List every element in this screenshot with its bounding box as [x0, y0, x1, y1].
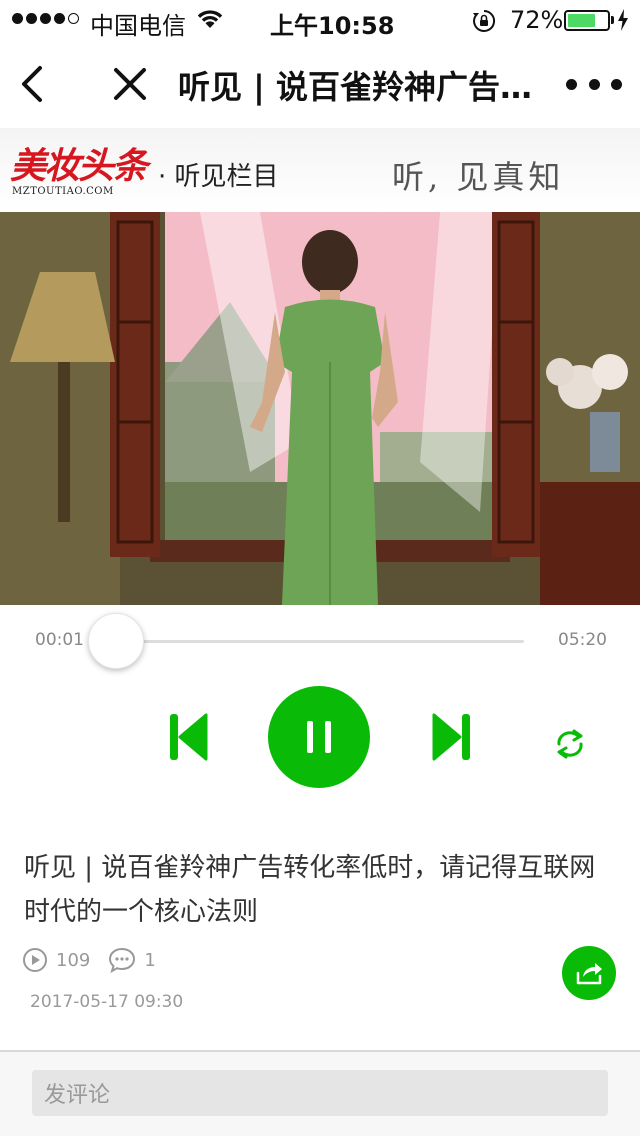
rotation-lock-icon: [472, 9, 496, 39]
cover-image: [0, 212, 640, 605]
play-count: 109: [22, 947, 90, 973]
carrier-name: 中国电信: [90, 12, 186, 40]
column-name: · 听见栏目: [158, 162, 279, 192]
loop-icon: [557, 729, 583, 759]
brand-logo: 美妆头条 MZTOUTIAO.COM: [10, 146, 170, 202]
wifi-icon: [196, 8, 224, 36]
comment-input[interactable]: 发评论: [32, 1070, 608, 1116]
pause-button[interactable]: [268, 686, 370, 788]
charging-icon: [617, 9, 629, 37]
total-time: 05:20: [558, 630, 607, 650]
progress-area: 00:01 05:20: [0, 605, 640, 675]
current-time: 00:01: [35, 630, 84, 650]
back-icon[interactable]: [12, 60, 56, 108]
battery-icon: [564, 10, 610, 31]
article-stats: 109 1: [22, 944, 174, 976]
next-icon: [432, 713, 470, 761]
player-controls: [0, 680, 640, 800]
battery-percent: 72%: [510, 6, 564, 34]
signal-icon: [12, 13, 79, 24]
close-icon[interactable]: [108, 60, 152, 108]
column-banner: 美妆头条 MZTOUTIAO.COM · 听见栏目 听, 见真知: [0, 128, 640, 212]
prev-icon: [170, 713, 208, 761]
clock: 上午10:58: [270, 12, 395, 40]
article-title: 听见 | 说百雀羚神广告转化率低时，请记得互联网时代的一个核心法则: [24, 853, 596, 927]
comment-count-value: 1: [144, 949, 156, 971]
battery-tip: [611, 16, 614, 24]
next-button[interactable]: [430, 712, 474, 762]
comment-icon: [109, 947, 136, 973]
comment-count[interactable]: 1: [108, 947, 156, 973]
banner-slogan: 听, 见真知: [392, 158, 565, 196]
progress-track[interactable]: [116, 640, 524, 643]
share-icon: [576, 963, 602, 985]
nav-bar: 听见 | 说百雀羚神广告转化率低时，请记得互联网时代的一个核心法则: [0, 40, 640, 128]
page-title: 听见 | 说百雀羚神广告转化率低时，请记得互联网时代的一个核心法则: [178, 68, 558, 106]
status-bar: 中国电信 上午10:58 72%: [0, 0, 640, 40]
more-icon[interactable]: [566, 70, 622, 98]
brand-logo-text: 美妆头条: [10, 145, 148, 187]
comment-bar: 发评论: [0, 1050, 640, 1136]
previous-button[interactable]: [166, 712, 210, 762]
pause-icon: [307, 721, 331, 753]
brand-logo-domain: MZTOUTIAO.COM: [12, 186, 114, 197]
progress-thumb[interactable]: [88, 613, 144, 669]
publish-date: 2017-05-17 09:30: [30, 992, 184, 1012]
loop-button[interactable]: [552, 728, 588, 760]
play-count-icon: [23, 948, 47, 972]
share-button[interactable]: [562, 946, 616, 1000]
play-count-value: 109: [56, 949, 91, 971]
